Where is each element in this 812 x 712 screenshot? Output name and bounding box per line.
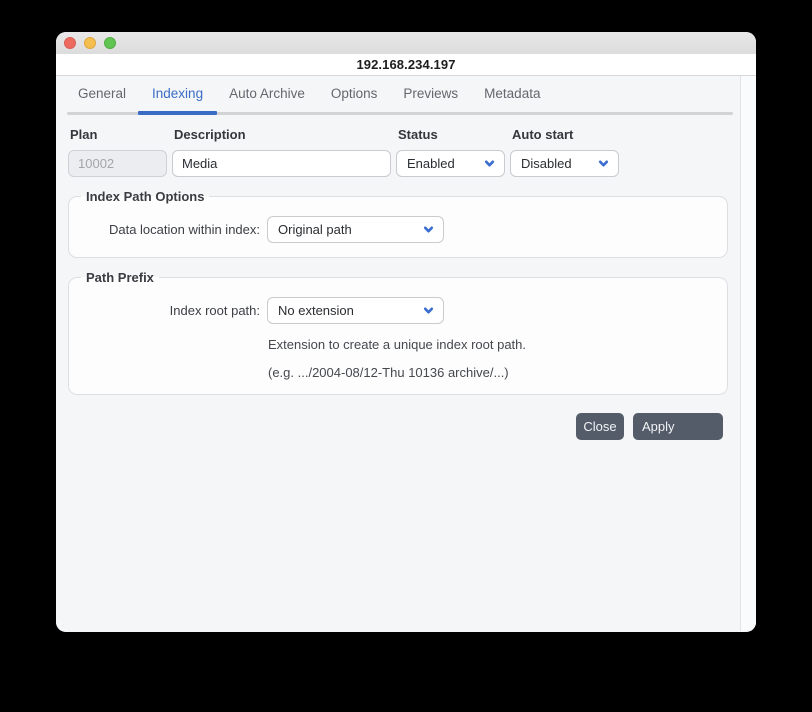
auto-start-select[interactable]: Disabled	[510, 150, 619, 177]
path-prefix-legend: Path Prefix	[86, 270, 154, 285]
index-path-options-legend: Index Path Options	[86, 189, 205, 204]
tab-auto-archive[interactable]: Auto Archive	[229, 86, 305, 101]
tab-metadata[interactable]: Metadata	[484, 86, 540, 101]
chevron-down-icon	[423, 307, 434, 314]
tab-previews[interactable]: Previews	[403, 86, 458, 101]
index-root-path-label: Index root path:	[169, 303, 260, 318]
action-button-row: Close Apply	[56, 413, 723, 440]
index-root-path-select-value: No extension	[278, 303, 354, 318]
extension-example-text: (e.g. .../2004-08/12-Thu 10136 archive/.…	[268, 365, 509, 380]
window-zoom-traffic-icon[interactable]	[104, 37, 116, 49]
tab-indexing[interactable]: Indexing	[152, 86, 203, 101]
scroll-gutter-divider	[740, 76, 741, 631]
description-label: Description	[174, 127, 246, 142]
window-close-traffic-icon[interactable]	[64, 37, 76, 49]
auto-start-label: Auto start	[512, 127, 574, 142]
index-path-options-group: Index Path Options Data location within …	[68, 189, 728, 258]
status-select-value: Enabled	[407, 156, 455, 171]
data-location-label: Data location within index:	[108, 222, 260, 237]
data-location-select-value: Original path	[278, 222, 352, 237]
app-window: 192.168.234.197 General Indexing Auto Ar…	[56, 32, 756, 632]
tab-bar: General Indexing Auto Archive Options Pr…	[56, 76, 756, 115]
plan-label: Plan	[70, 127, 98, 142]
tab-general[interactable]: General	[78, 86, 126, 101]
index-root-path-select[interactable]: No extension	[267, 297, 444, 324]
close-button[interactable]: Close	[576, 413, 624, 440]
window-minimize-traffic-icon[interactable]	[84, 37, 96, 49]
window-title: 192.168.234.197	[356, 57, 456, 72]
plan-form-row: Plan Description Status Enabled Auto sta…	[68, 127, 756, 177]
path-prefix-group: Path Prefix Index root path: No extensio…	[68, 270, 728, 395]
chevron-down-icon	[598, 160, 609, 167]
tab-underline-active	[138, 111, 217, 115]
status-label: Status	[398, 127, 438, 142]
auto-start-select-value: Disabled	[521, 156, 572, 171]
status-select[interactable]: Enabled	[396, 150, 505, 177]
content-area: General Indexing Auto Archive Options Pr…	[56, 76, 756, 631]
scroll-gutter	[741, 76, 756, 631]
tab-underline-track	[67, 111, 733, 115]
plan-field	[68, 150, 167, 177]
description-field[interactable]	[172, 150, 391, 177]
window-titlebar	[56, 32, 756, 54]
chevron-down-icon	[484, 160, 495, 167]
chevron-down-icon	[423, 226, 434, 233]
apply-button[interactable]: Apply	[633, 413, 723, 440]
tab-options[interactable]: Options	[331, 86, 378, 101]
extension-hint-text: Extension to create a unique index root …	[268, 337, 527, 352]
window-title-strip: 192.168.234.197	[56, 54, 756, 76]
data-location-select[interactable]: Original path	[267, 216, 444, 243]
